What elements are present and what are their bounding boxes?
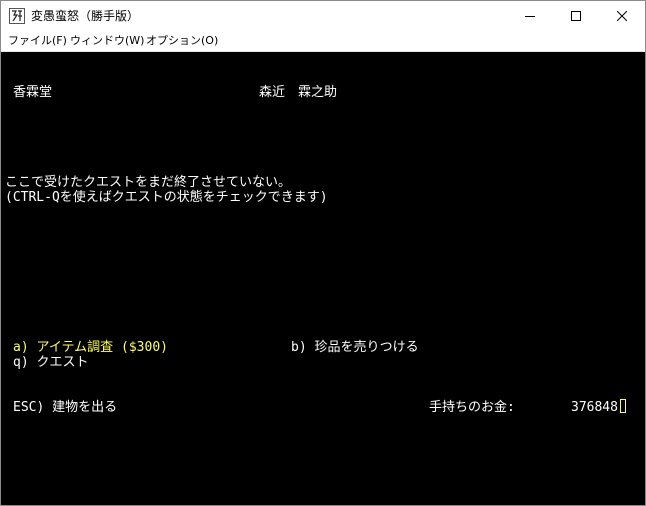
text-cursor — [620, 399, 626, 413]
menu-file[interactable]: ファイル(F) — [8, 33, 67, 49]
option-identify-item[interactable]: a) アイテム調査 ($300) — [13, 340, 168, 355]
quest-message-line1: ここで受けたクエストをまだ終了させていない。 — [5, 175, 292, 190]
gold-value: 376848 — [571, 400, 618, 415]
menu-window[interactable]: ウィンドウ(W) — [70, 33, 144, 49]
menu-bar: ファイル(F) ウィンドウ(W) オプション(O) — [1, 31, 645, 52]
window-title: 変愚蛮怒（勝手版） — [31, 9, 140, 23]
minimize-button[interactable] — [507, 1, 553, 31]
option-sell-rare-item[interactable]: b) 珍品を売りつける — [291, 340, 419, 355]
maximize-button[interactable] — [553, 1, 599, 31]
option-quest[interactable]: q) クエスト — [13, 355, 88, 370]
shop-owner-name: 森近 霖之助 — [259, 85, 338, 100]
app-icon[interactable] — [9, 8, 25, 24]
close-icon — [617, 11, 627, 21]
shop-name: 香霖堂 — [13, 85, 53, 100]
minimize-icon — [525, 16, 535, 17]
gold-label: 手持ちのお金: — [429, 400, 515, 415]
title-bar[interactable]: 変愚蛮怒（勝手版） — [1, 1, 645, 31]
option-exit-building[interactable]: ESC) 建物を出る — [13, 400, 117, 415]
menu-option[interactable]: オプション(O) — [146, 33, 218, 49]
app-window: 変愚蛮怒（勝手版） ファイル(F) ウィンドウ(W) オプション(O) 香霖堂 … — [0, 0, 646, 506]
close-button[interactable] — [599, 1, 645, 31]
quest-message-line2: (CTRL-Qを使えばクエストの状態をチェックできます) — [5, 190, 328, 205]
game-terminal[interactable]: 香霖堂 森近 霖之助 ここで受けたクエストをまだ終了させていない。 (CTRL-… — [1, 52, 645, 505]
maximize-icon — [571, 11, 581, 21]
